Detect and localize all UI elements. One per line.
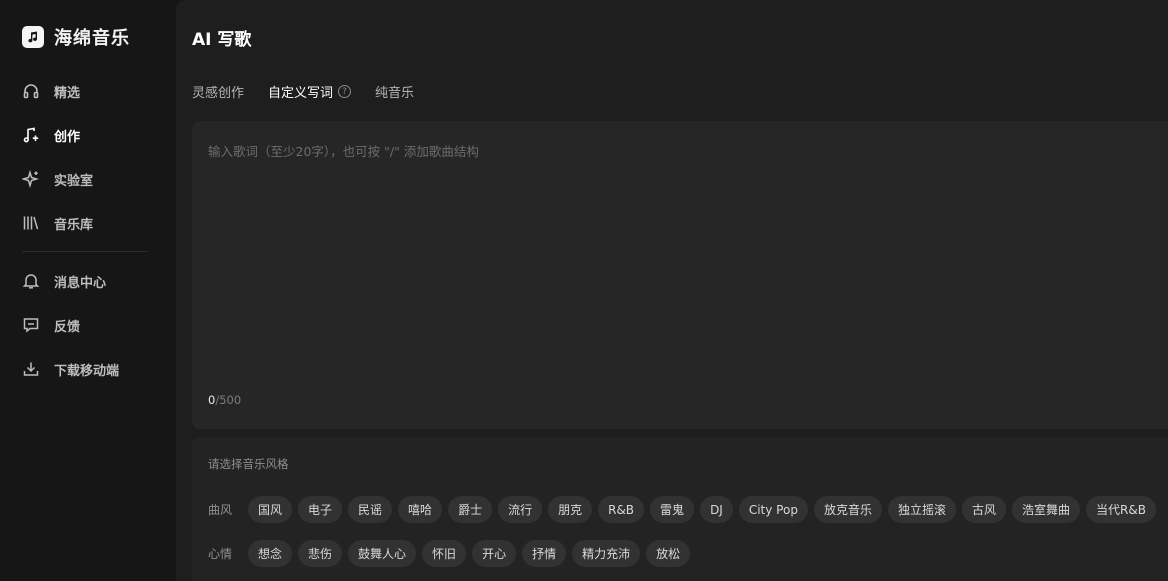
headphones-icon: [22, 82, 40, 100]
genre-tag[interactable]: 嘻哈: [398, 496, 443, 523]
nav-item-label: 消息中心: [54, 275, 107, 291]
nav-item-messages[interactable]: 消息中心: [22, 270, 106, 292]
genre-tag[interactable]: 浩室舞曲: [1012, 496, 1081, 523]
genre-tag[interactable]: 当代R&B: [1086, 496, 1156, 523]
nav-item-lab[interactable]: 实验室: [22, 168, 93, 190]
download-icon: [22, 360, 40, 378]
feedback-icon: [22, 316, 40, 334]
help-icon[interactable]: ?: [338, 85, 352, 98]
tab-label: 纯音乐: [375, 86, 415, 101]
tab-custom-lyrics[interactable]: 自定义写词 ?: [268, 82, 352, 101]
brand[interactable]: 海绵音乐: [22, 24, 130, 50]
tab-label: 自定义写词: [268, 86, 334, 101]
genre-label: 曲风: [208, 503, 233, 517]
page-title: AI 写歌: [192, 30, 252, 50]
brand-name: 海绵音乐: [54, 28, 130, 49]
mood-row: 心情 想念 悲伤 鼓舞人心 怀旧 开心 抒情 精力充沛 放松: [208, 540, 691, 567]
genre-tag[interactable]: 国风: [248, 496, 293, 523]
mood-tag[interactable]: 抒情: [522, 540, 567, 567]
genre-tag[interactable]: 爵士: [448, 496, 493, 523]
mood-tag[interactable]: 想念: [248, 540, 293, 567]
genre-tag[interactable]: 流行: [498, 496, 543, 523]
genre-tag[interactable]: R&B: [598, 496, 645, 523]
tab-instrumental[interactable]: 纯音乐: [375, 82, 414, 101]
nav-item-label: 精选: [54, 85, 81, 101]
nav-item-label: 创作: [54, 129, 81, 145]
mood-tag[interactable]: 精力充沛: [572, 540, 641, 567]
mode-tabs: 灵感创作 自定义写词 ? 纯音乐: [192, 82, 414, 101]
nav-item-label: 音乐库: [54, 217, 94, 233]
sparkle-icon: [22, 170, 40, 188]
genre-tag[interactable]: 朋克: [548, 496, 593, 523]
char-max: /500: [215, 393, 242, 407]
music-sparkle-icon: [22, 126, 40, 144]
nav-item-create[interactable]: 创作: [22, 124, 80, 146]
nav-item-download[interactable]: 下载移动端: [22, 358, 119, 380]
genre-tag[interactable]: 独立摇滚: [887, 496, 956, 523]
nav-item-library[interactable]: 音乐库: [22, 212, 93, 234]
style-panel: 请选择音乐风格 曲风 国风 电子 民谣 嘻哈 爵士 流行 朋克 R&B 雷鬼 DJ City Pop…: [192, 437, 1168, 581]
nav-divider: [22, 251, 148, 252]
lyrics-editor: 0/500: [192, 121, 1168, 429]
genre-tag[interactable]: City Pop: [738, 496, 808, 523]
mood-tag[interactable]: 放松: [646, 540, 691, 567]
nav-item-feedback[interactable]: 反馈: [22, 314, 80, 336]
mood-tag[interactable]: 鼓舞人心: [348, 540, 417, 567]
bell-icon: [22, 272, 40, 290]
style-panel-title: 请选择音乐风格: [208, 457, 289, 471]
nav-item-label: 下载移动端: [54, 363, 120, 379]
nav-item-featured[interactable]: 精选: [22, 80, 80, 102]
mood-label: 心情: [208, 547, 233, 561]
genre-tag[interactable]: 电子: [298, 496, 343, 523]
tab-label: 灵感创作: [192, 86, 245, 101]
nav-item-label: 实验室: [54, 173, 94, 189]
tab-inspiration[interactable]: 灵感创作: [192, 82, 244, 101]
genre-tag[interactable]: 雷鬼: [650, 496, 695, 523]
sidebar: 海绵音乐 精选 创作 实验室 音乐库 消息中心 反馈 下载移动端: [0, 0, 168, 581]
lyrics-input[interactable]: [192, 121, 1168, 381]
main-content: AI 写歌 灵感创作 自定义写词 ? 纯音乐 0/500 请选择音乐风格 曲风 …: [176, 0, 1168, 581]
mood-tag[interactable]: 怀旧: [422, 540, 467, 567]
music-note-icon: [22, 26, 44, 48]
genre-tag[interactable]: 放克音乐: [813, 496, 882, 523]
mood-tag[interactable]: 开心: [472, 540, 517, 567]
lyrics-char-counter: 0/500: [208, 393, 241, 407]
library-icon: [22, 214, 40, 232]
genre-tag[interactable]: DJ: [700, 496, 733, 523]
genre-tag[interactable]: 民谣: [348, 496, 393, 523]
nav-item-label: 反馈: [54, 319, 81, 335]
genre-tags: 国风 电子 民谣 嘻哈 爵士 流行 朋克 R&B 雷鬼 DJ City Pop 放克音乐 独立摇滚 古风浩…: [248, 496, 1156, 523]
genre-tag[interactable]: 古风: [961, 496, 1006, 523]
genre-row: 曲风 国风 电子 民谣 嘻哈 爵士 流行 朋克 R&B 雷鬼 DJ City Pop 放克音乐 独立摇滚…: [208, 496, 1156, 523]
mood-tag[interactable]: 悲伤: [298, 540, 343, 567]
mood-tags: 想念 悲伤 鼓舞人心 怀旧 开心 抒情 精力充沛 放松: [248, 540, 691, 567]
